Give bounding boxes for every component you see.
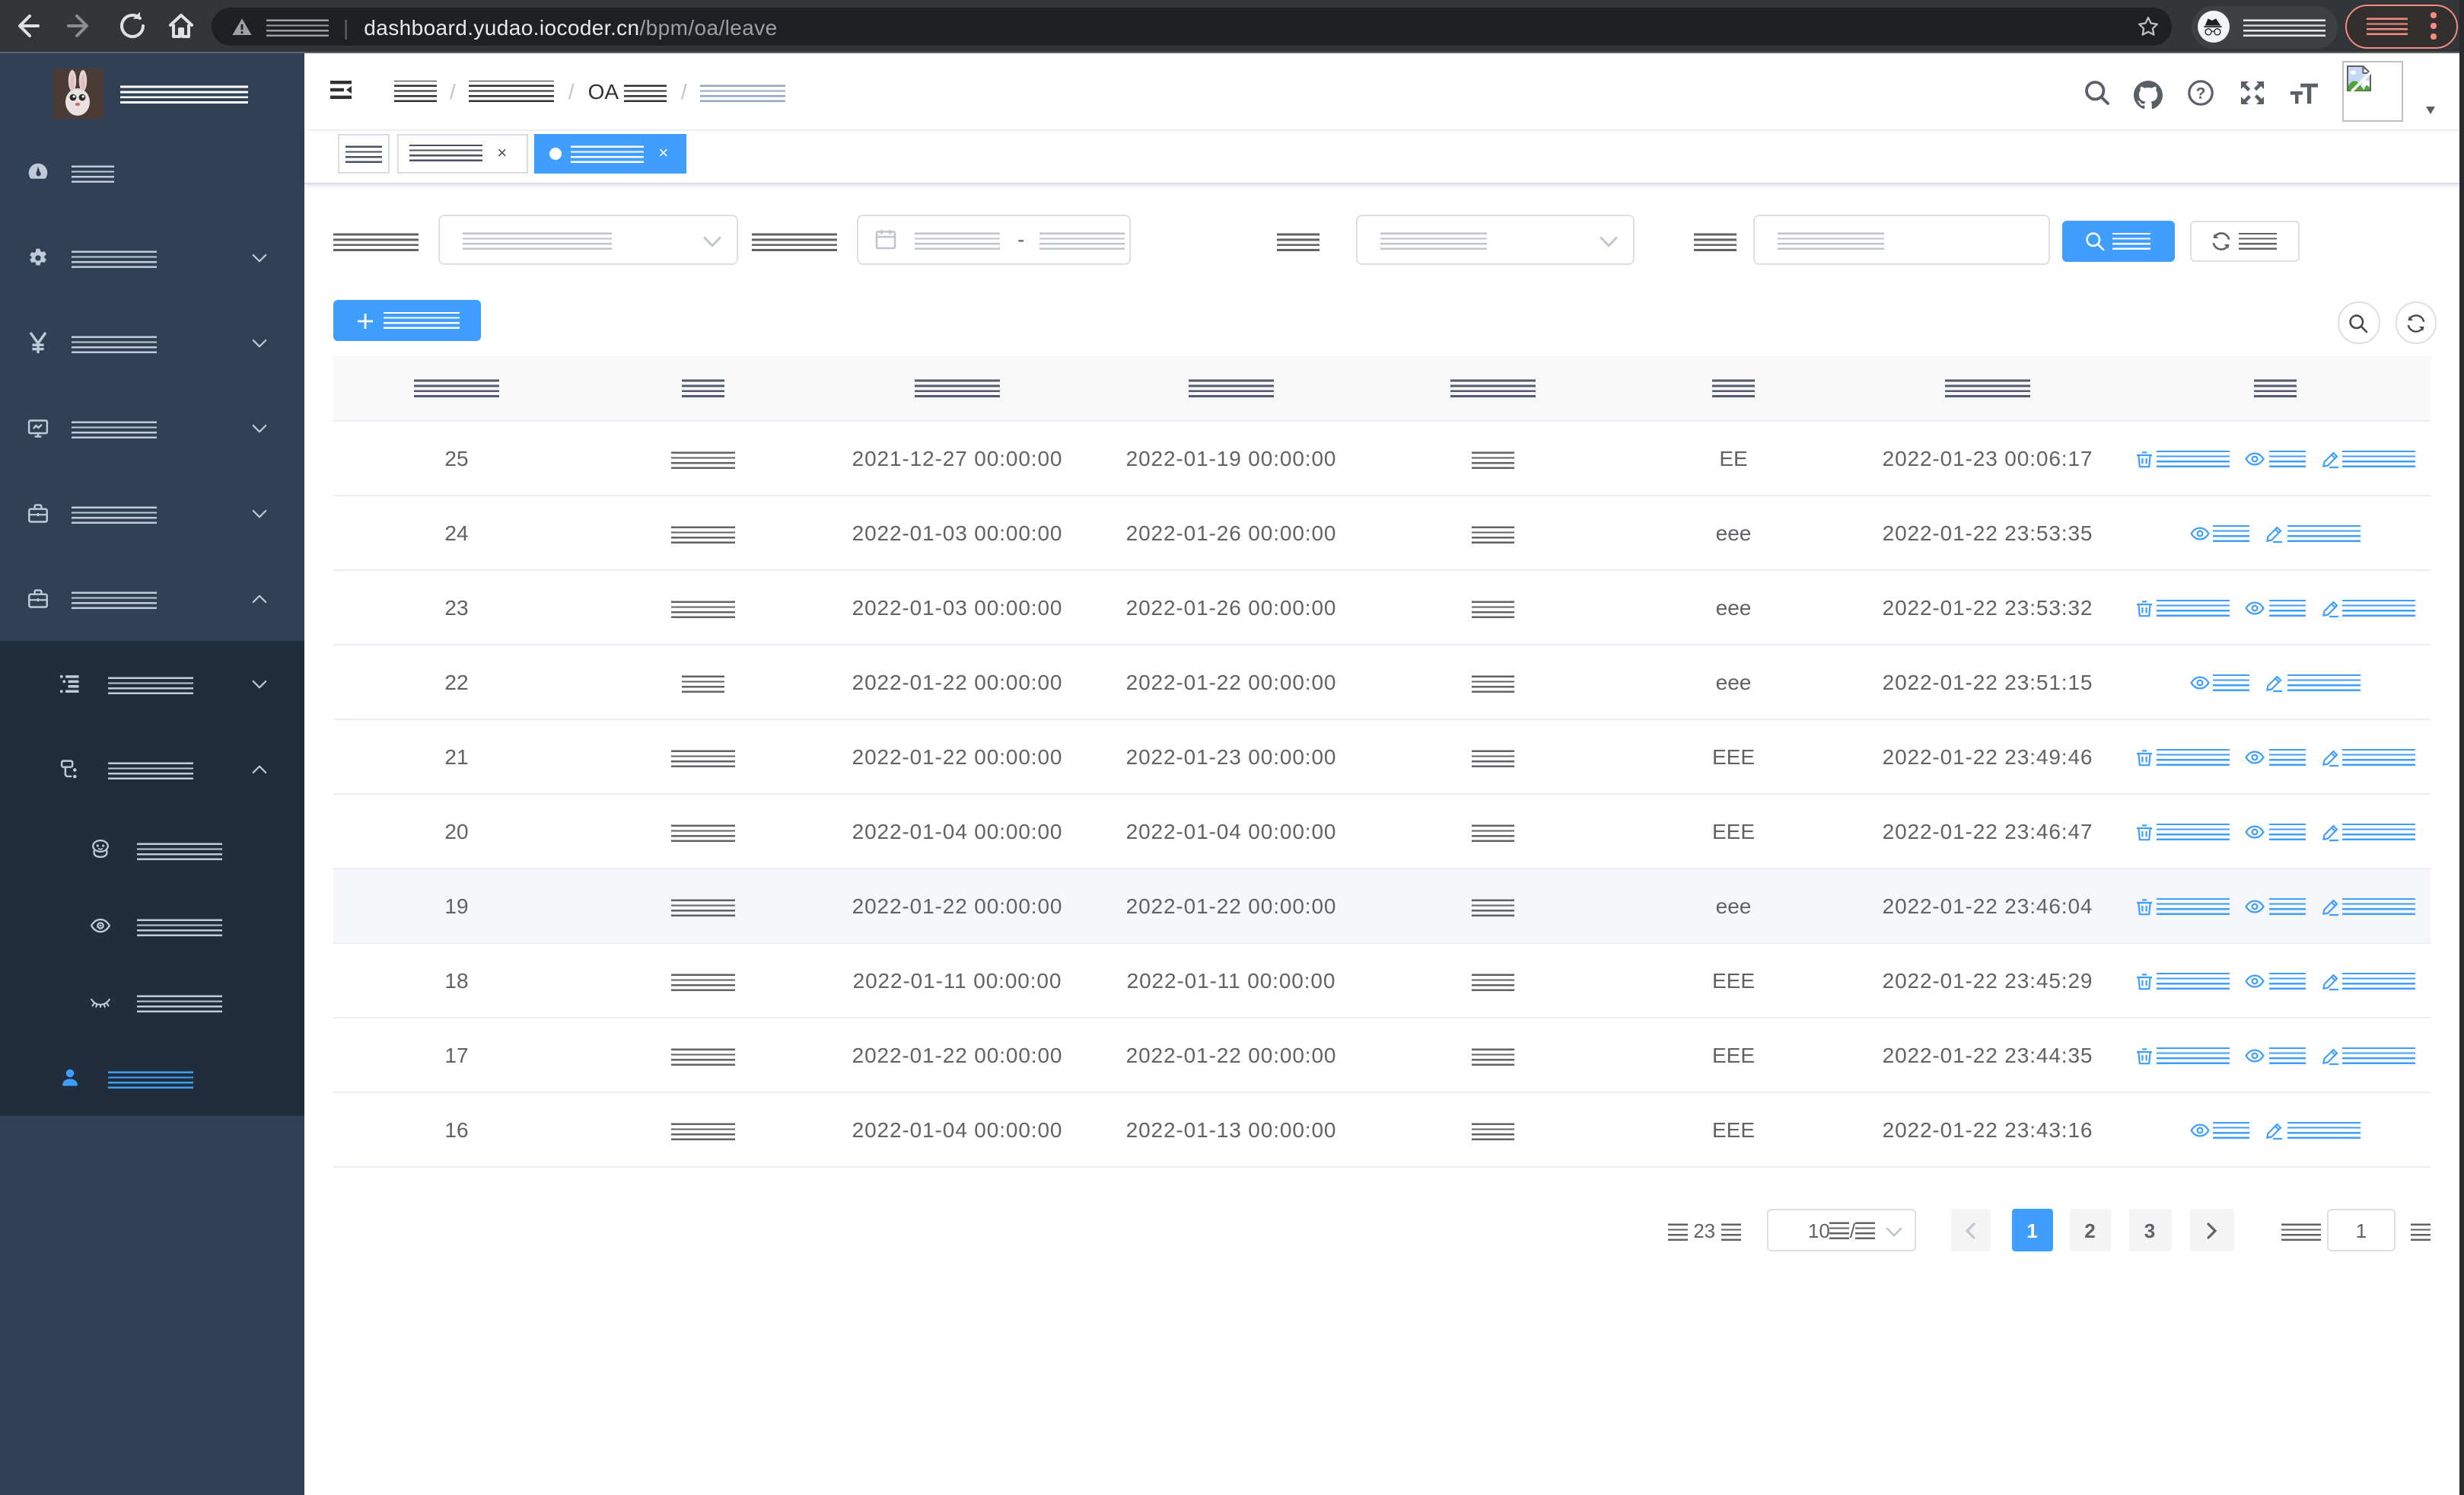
svg-text:?: ? [2196, 84, 2206, 102]
